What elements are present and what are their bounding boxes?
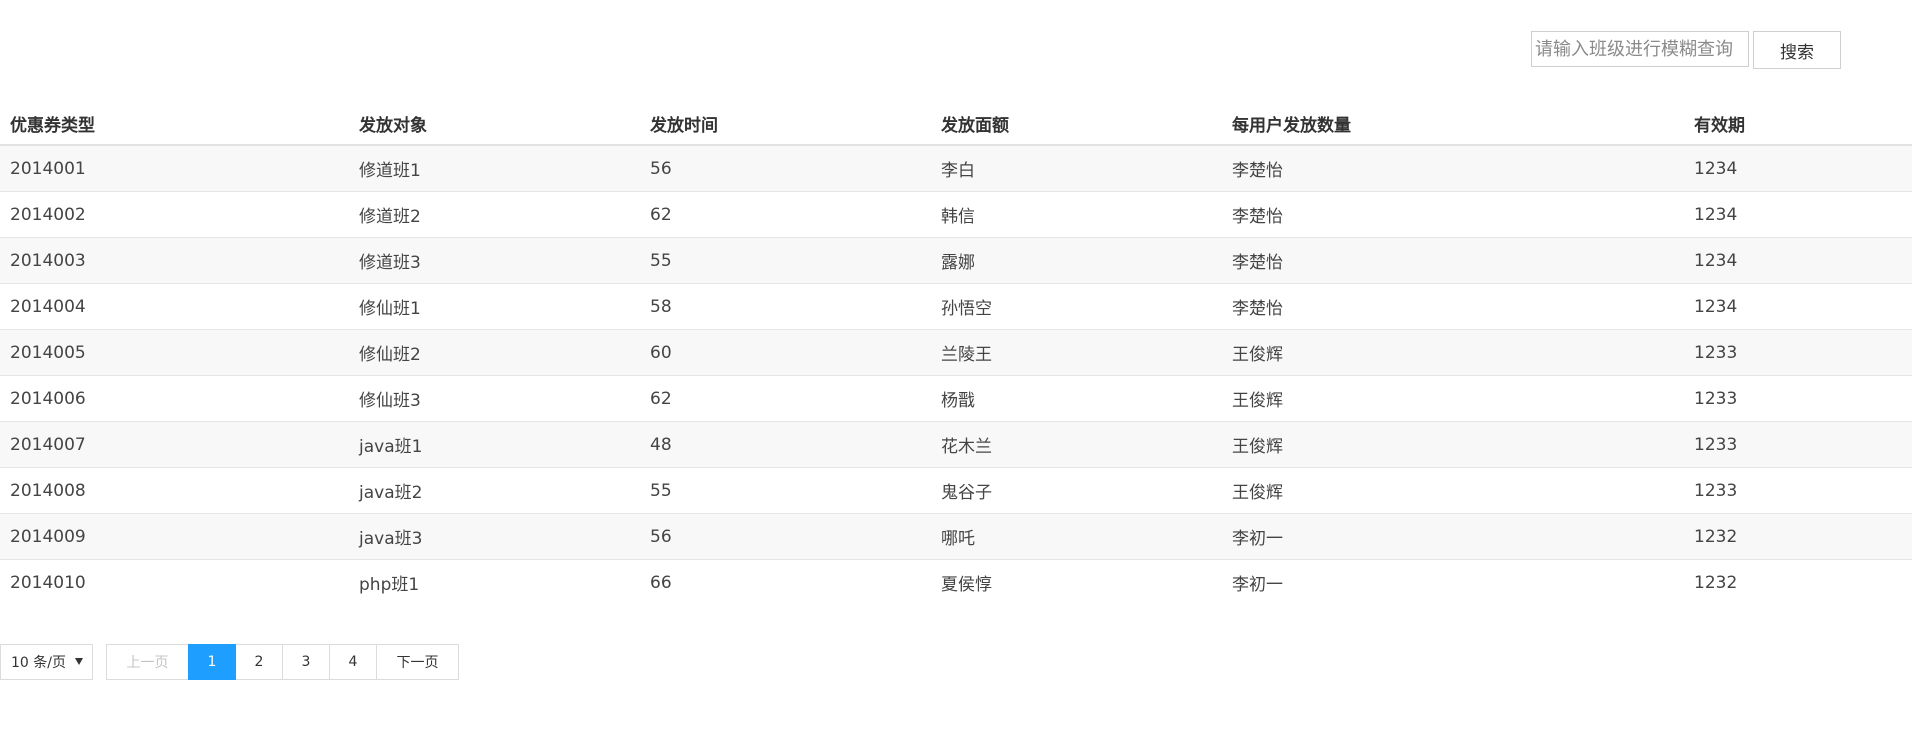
table-row: 2014001 修道班1 56 李白 李楚怡 1234 <box>0 145 1912 192</box>
cell-coupon-type: 2014005 <box>0 329 349 376</box>
cell-target: 修仙班1 <box>349 283 640 330</box>
cell-validity: 1233 <box>1684 329 1912 376</box>
cell-issue-time: 55 <box>640 237 931 284</box>
cell-coupon-type: 2014009 <box>0 513 349 560</box>
table-row: 2014003 修道班3 55 露娜 李楚怡 1234 <box>0 237 1912 284</box>
cell-denomination: 哪吒 <box>931 513 1222 560</box>
cell-target: java班2 <box>349 467 640 514</box>
prev-page-button[interactable]: 上一页 <box>106 644 189 680</box>
cell-per-user-quantity: 王俊辉 <box>1222 329 1684 376</box>
table-row: 2014002 修道班2 62 韩信 李楚怡 1234 <box>0 191 1912 238</box>
page-button-4[interactable]: 4 <box>329 644 377 680</box>
cell-target: 修道班2 <box>349 191 640 238</box>
page-size-label: 10 条/页 <box>11 655 66 671</box>
cell-denomination: 鬼谷子 <box>931 467 1222 514</box>
cell-per-user-quantity: 李楚怡 <box>1222 191 1684 238</box>
coupon-table: 优惠券类型 发放对象 发放时间 发放面额 每用户发放数量 有效期 2014001… <box>0 102 1912 605</box>
table-body: 2014001 修道班1 56 李白 李楚怡 1234 2014002 修道班2 62 韩信 李楚怡… <box>0 145 1912 605</box>
cell-validity: 1233 <box>1684 421 1912 468</box>
cell-issue-time: 66 <box>640 559 931 605</box>
cell-denomination: 孙悟空 <box>931 283 1222 330</box>
cell-per-user-quantity: 李初一 <box>1222 559 1684 605</box>
cell-per-user-quantity: 李初一 <box>1222 513 1684 560</box>
column-header-denomination: 发放面额 <box>931 102 1222 146</box>
cell-denomination: 露娜 <box>931 237 1222 284</box>
cell-issue-time: 56 <box>640 513 931 560</box>
cell-validity: 1234 <box>1684 145 1912 192</box>
cell-denomination: 韩信 <box>931 191 1222 238</box>
cell-target: 修道班1 <box>349 145 640 192</box>
caret-down-icon <box>75 658 83 665</box>
search-bar: 搜索 <box>1531 31 1841 69</box>
cell-validity: 1233 <box>1684 467 1912 514</box>
column-header-per-user-quantity: 每用户发放数量 <box>1222 102 1684 146</box>
cell-per-user-quantity: 王俊辉 <box>1222 375 1684 422</box>
table-row: 2014005 修仙班2 60 兰陵王 王俊辉 1233 <box>0 329 1912 376</box>
cell-issue-time: 62 <box>640 191 931 238</box>
cell-target: java班3 <box>349 513 640 560</box>
table-row: 2014007 java班1 48 花木兰 王俊辉 1233 <box>0 421 1912 468</box>
cell-coupon-type: 2014003 <box>0 237 349 284</box>
cell-denomination: 兰陵王 <box>931 329 1222 376</box>
cell-denomination: 花木兰 <box>931 421 1222 468</box>
table-row: 2014004 修仙班1 58 孙悟空 李楚怡 1234 <box>0 283 1912 330</box>
cell-issue-time: 58 <box>640 283 931 330</box>
page-size-select[interactable]: 10 条/页 <box>0 644 93 680</box>
page-button-2[interactable]: 2 <box>235 644 283 680</box>
page-button-1[interactable]: 1 <box>188 644 236 680</box>
table-row: 2014006 修仙班3 62 杨戬 王俊辉 1233 <box>0 375 1912 422</box>
cell-issue-time: 60 <box>640 329 931 376</box>
cell-denomination: 杨戬 <box>931 375 1222 422</box>
cell-target: java班1 <box>349 421 640 468</box>
next-page-button[interactable]: 下一页 <box>376 644 459 680</box>
cell-per-user-quantity: 李楚怡 <box>1222 283 1684 330</box>
cell-validity: 1233 <box>1684 375 1912 422</box>
cell-coupon-type: 2014008 <box>0 467 349 514</box>
cell-per-user-quantity: 李楚怡 <box>1222 145 1684 192</box>
cell-validity: 1234 <box>1684 191 1912 238</box>
cell-coupon-type: 2014010 <box>0 559 349 605</box>
cell-coupon-type: 2014001 <box>0 145 349 192</box>
cell-per-user-quantity: 李楚怡 <box>1222 237 1684 284</box>
cell-validity: 1232 <box>1684 513 1912 560</box>
column-header-issue-time: 发放时间 <box>640 102 931 146</box>
cell-denomination: 李白 <box>931 145 1222 192</box>
cell-target: 修仙班2 <box>349 329 640 376</box>
cell-validity: 1234 <box>1684 237 1912 284</box>
search-button[interactable]: 搜索 <box>1753 31 1841 69</box>
cell-issue-time: 56 <box>640 145 931 192</box>
cell-issue-time: 55 <box>640 467 931 514</box>
search-input[interactable] <box>1531 31 1749 67</box>
table-header: 优惠券类型 发放对象 发放时间 发放面额 每用户发放数量 有效期 <box>0 102 1912 146</box>
cell-denomination: 夏侯惇 <box>931 559 1222 605</box>
cell-coupon-type: 2014002 <box>0 191 349 238</box>
pagination: 10 条/页 上一页 1 2 3 4 下一页 <box>0 644 459 680</box>
page-button-3[interactable]: 3 <box>282 644 330 680</box>
coupon-list-page: 搜索 优惠券类型 发放对象 发放时间 发放面额 每用户发放数量 有效期 2014… <box>0 0 1912 738</box>
cell-validity: 1232 <box>1684 559 1912 605</box>
cell-coupon-type: 2014007 <box>0 421 349 468</box>
table-row: 2014008 java班2 55 鬼谷子 王俊辉 1233 <box>0 467 1912 514</box>
column-header-coupon-type: 优惠券类型 <box>0 102 349 146</box>
cell-target: 修道班3 <box>349 237 640 284</box>
table-row: 2014010 php班1 66 夏侯惇 李初一 1232 <box>0 559 1912 605</box>
cell-coupon-type: 2014004 <box>0 283 349 330</box>
table-header-row: 优惠券类型 发放对象 发放时间 发放面额 每用户发放数量 有效期 <box>0 102 1912 146</box>
column-header-target: 发放对象 <box>349 102 640 146</box>
column-header-validity: 有效期 <box>1684 102 1912 146</box>
cell-per-user-quantity: 王俊辉 <box>1222 421 1684 468</box>
cell-issue-time: 62 <box>640 375 931 422</box>
cell-target: php班1 <box>349 559 640 605</box>
table-row: 2014009 java班3 56 哪吒 李初一 1232 <box>0 513 1912 560</box>
page-links: 上一页 1 2 3 4 下一页 <box>106 644 459 680</box>
cell-per-user-quantity: 王俊辉 <box>1222 467 1684 514</box>
cell-validity: 1234 <box>1684 283 1912 330</box>
cell-coupon-type: 2014006 <box>0 375 349 422</box>
cell-target: 修仙班3 <box>349 375 640 422</box>
cell-issue-time: 48 <box>640 421 931 468</box>
